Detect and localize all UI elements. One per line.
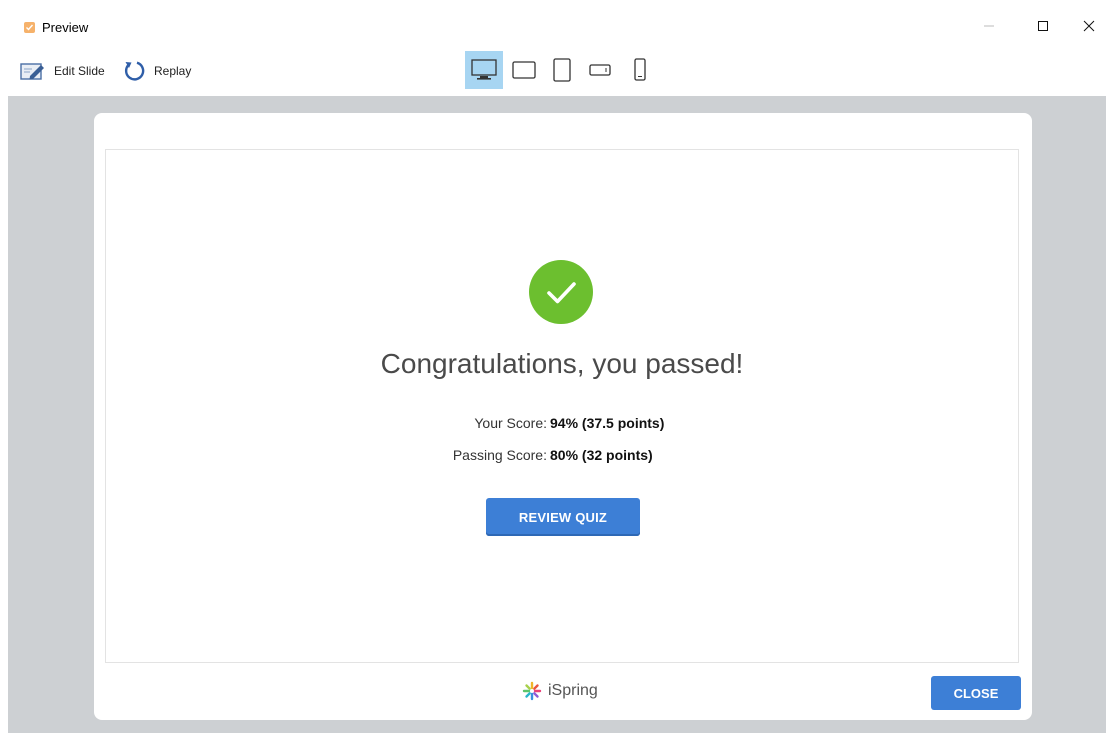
success-check-icon bbox=[529, 260, 593, 324]
result-headline: Congratulations, you passed! bbox=[380, 348, 744, 379]
tablet-portrait-icon bbox=[553, 58, 571, 82]
replay-label: Replay bbox=[154, 64, 192, 78]
close-icon bbox=[1083, 20, 1095, 32]
replay-button[interactable]: Replay bbox=[122, 58, 191, 84]
replay-icon bbox=[124, 61, 145, 81]
review-quiz-button[interactable]: REVIEW QUIZ bbox=[486, 498, 640, 536]
passing-score-label: Passing Score: bbox=[452, 447, 547, 463]
minimize-button[interactable] bbox=[966, 10, 1012, 42]
maximize-button[interactable] bbox=[1020, 10, 1066, 42]
brand-logo: iSpring bbox=[522, 679, 598, 703]
left-gutter bbox=[0, 96, 8, 733]
title-bar: Preview bbox=[0, 0, 1106, 46]
brand-name: iSpring bbox=[548, 682, 598, 699]
desktop-icon bbox=[471, 59, 497, 80]
your-score-label: Your Score: bbox=[474, 415, 547, 431]
your-score-value: 94% (37.5 points) bbox=[550, 415, 665, 431]
edit-slide-icon bbox=[20, 63, 44, 80]
close-button[interactable]: CLOSE bbox=[931, 676, 1021, 710]
quiz-result-card: Congratulations, you passed! Your Score:… bbox=[94, 113, 1032, 720]
app-icon bbox=[24, 22, 35, 33]
window-title: Preview bbox=[42, 20, 89, 35]
edit-slide-button[interactable]: Edit Slide bbox=[20, 58, 105, 84]
passing-score-value: 80% (32 points) bbox=[550, 447, 653, 463]
device-desktop-button[interactable] bbox=[465, 51, 503, 89]
device-tablet-landscape-button[interactable] bbox=[505, 51, 543, 89]
maximize-icon bbox=[1038, 21, 1048, 31]
phone-landscape-icon bbox=[589, 64, 611, 76]
minimize-icon bbox=[984, 25, 994, 27]
device-tablet-portrait-button[interactable] bbox=[543, 51, 581, 89]
close-window-button[interactable] bbox=[1066, 10, 1106, 42]
device-phone-landscape-button[interactable] bbox=[581, 51, 619, 89]
device-phone-portrait-button[interactable] bbox=[621, 51, 659, 89]
edit-slide-label: Edit Slide bbox=[54, 64, 105, 78]
tablet-landscape-icon bbox=[512, 61, 536, 79]
phone-portrait-icon bbox=[634, 58, 646, 81]
ispring-logo-icon bbox=[522, 681, 542, 701]
result-slide: Congratulations, you passed! Your Score:… bbox=[105, 149, 1019, 663]
toolbar: Edit Slide Replay bbox=[0, 46, 1106, 96]
